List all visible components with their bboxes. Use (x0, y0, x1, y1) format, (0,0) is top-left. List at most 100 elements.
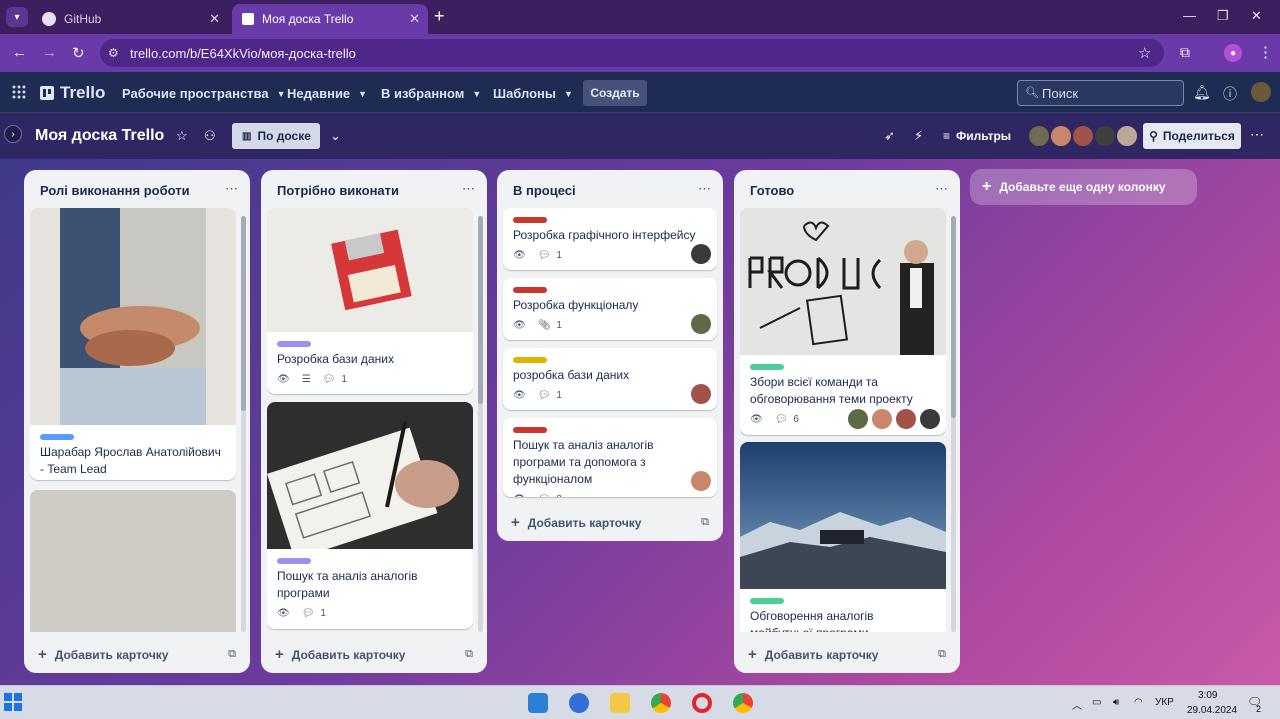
opera-icon[interactable] (692, 693, 712, 713)
reload-icon[interactable]: ↻ (72, 44, 85, 62)
vscode-icon[interactable] (528, 693, 548, 713)
card[interactable]: Пошук та аналіз аналогів програми та доп… (503, 418, 717, 497)
forward-icon[interactable]: → (42, 44, 57, 61)
close-tab-icon[interactable]: ✕ (409, 11, 420, 27)
chrome-icon[interactable] (651, 693, 671, 713)
card[interactable] (30, 490, 236, 632)
card[interactable]: Розробка графічного інтерфейсу 👁︎ 💬︎ 1 (503, 208, 717, 270)
clock-date[interactable]: 29.04.2024 (1187, 705, 1237, 716)
member-avatar[interactable] (896, 409, 916, 429)
create-button[interactable]: Создать (583, 80, 647, 106)
help-icon[interactable]: ⓘ (1223, 84, 1237, 104)
card[interactable]: Розробка бази даних 👁︎ ☰ 💬︎ 1 (267, 208, 473, 394)
power-ups-icon[interactable]: ➶ (884, 128, 895, 144)
member-avatar[interactable] (848, 409, 868, 429)
browser-menu-icon[interactable]: ⋮ (1258, 43, 1273, 61)
search-input[interactable]: 🔍︎ Поиск (1017, 80, 1184, 106)
member-avatar[interactable] (920, 409, 940, 429)
tray-overflow-icon[interactable]: ︿ (1072, 697, 1082, 712)
list-menu-icon[interactable]: ⋯ (698, 181, 711, 197)
menu-workspaces[interactable]: Рабочие пространства ▼ (122, 86, 286, 101)
add-card-button[interactable]: + Добавить карточку (748, 646, 878, 663)
tab-github[interactable]: GitHub ✕ (32, 4, 228, 34)
add-card-button[interactable]: + Добавить карточку (511, 514, 641, 531)
wifi-icon[interactable]: ◠ (1134, 697, 1143, 708)
extensions-icon[interactable]: ⧉ (1180, 44, 1190, 61)
add-card-button[interactable]: + Добавить карточку (38, 646, 168, 663)
member-avatar[interactable] (691, 244, 711, 264)
app-icon[interactable] (569, 693, 589, 713)
maximize-icon[interactable]: ❐ (1217, 8, 1229, 24)
member-avatar[interactable] (691, 471, 711, 491)
board-menu-icon[interactable]: ⋯ (1250, 126, 1264, 143)
list-menu-icon[interactable]: ⋯ (935, 181, 948, 197)
list-title[interactable]: Потрібно виконати (277, 183, 399, 198)
volume-icon[interactable]: 🔊︎ (1113, 697, 1119, 708)
list-title[interactable]: Ролі виконання роботи (40, 183, 190, 198)
visibility-icon[interactable]: ⚇ (204, 128, 216, 144)
address-bar[interactable]: trello.com/b/E64XkVio/моя-доска-trello (100, 39, 1164, 67)
back-icon[interactable]: ← (12, 44, 27, 61)
chrome-active-icon[interactable] (733, 693, 753, 713)
new-tab-button[interactable]: + (434, 6, 445, 27)
menu-templates[interactable]: Шаблоны ▼ (493, 86, 573, 101)
member-avatar[interactable] (1050, 125, 1072, 147)
battery-icon[interactable]: ▭ (1092, 697, 1101, 708)
list-title[interactable]: В процесі (513, 183, 576, 198)
profile-avatar[interactable]: ● (1224, 44, 1242, 62)
scrollbar-thumb[interactable] (241, 216, 246, 411)
scrollbar-thumb[interactable] (951, 216, 956, 418)
card-cover-image (30, 490, 236, 632)
card-template-icon[interactable]: ⧉ (938, 648, 946, 661)
filters-button[interactable]: ≡ Фильтры (943, 129, 1011, 143)
expand-sidebar-icon[interactable]: › (4, 125, 22, 143)
close-window-icon[interactable]: ✕ (1251, 8, 1262, 24)
member-avatar[interactable] (1072, 125, 1094, 147)
tab-trello[interactable]: Моя доска Trello ✕ (232, 4, 428, 34)
star-icon[interactable]: ☆ (176, 128, 188, 144)
card-container: Збори всієї команди та обговорювання тем… (740, 208, 946, 632)
app-switcher-icon[interactable] (12, 85, 26, 99)
card[interactable]: Розробка функціоналу 👁︎ 📎︎ 1 (503, 278, 717, 340)
close-tab-icon[interactable]: ✕ (209, 11, 220, 27)
trello-logo[interactable]: Trello (40, 83, 105, 103)
member-avatar[interactable] (1094, 125, 1116, 147)
member-avatar[interactable] (872, 409, 892, 429)
minimize-icon[interactable]: — (1183, 8, 1196, 23)
site-info-icon[interactable]: ⚙ (108, 46, 119, 60)
file-explorer-icon[interactable] (610, 693, 630, 713)
card[interactable]: Шарабар Ярослав Анатолійович - Team Lead (30, 208, 236, 480)
member-avatar[interactable] (691, 384, 711, 404)
scrollbar-thumb[interactable] (478, 216, 483, 404)
tab-search-button[interactable]: ▾ (6, 7, 28, 27)
board-title[interactable]: Моя доска Trello (35, 127, 164, 145)
member-avatar[interactable] (1116, 125, 1138, 147)
card[interactable]: Збори всієї команди та обговорювання тем… (740, 208, 946, 435)
member-avatar[interactable] (691, 314, 711, 334)
card-template-icon[interactable]: ⧉ (228, 648, 236, 661)
add-column-button[interactable]: + Добавьте еще одну колонку (970, 169, 1197, 205)
share-button[interactable]: ⚲ Поделиться (1143, 123, 1241, 149)
member-avatar[interactable] (1028, 125, 1050, 147)
card[interactable]: розробка бази даних 👁︎ 💬︎ 1 (503, 348, 717, 410)
card[interactable]: Пошук та аналіз аналогів програми 👁︎ 💬︎ … (267, 402, 473, 629)
chevron-down-icon[interactable]: ⌄ (330, 128, 341, 144)
user-avatar[interactable] (1251, 82, 1271, 102)
list-title[interactable]: Готово (750, 183, 794, 198)
menu-recent[interactable]: Недавние ▼ (287, 86, 367, 101)
list-menu-icon[interactable]: ⋯ (462, 181, 475, 197)
clock-time[interactable]: 3:09 (1198, 690, 1217, 701)
card[interactable]: Обговорення аналогів майбутньої програми (740, 442, 946, 632)
card-template-icon[interactable]: ⧉ (465, 648, 473, 661)
language-indicator[interactable]: УКР (1155, 697, 1174, 708)
menu-label: Шаблоны (493, 86, 556, 101)
automation-icon[interactable]: ⚡︎ (914, 128, 923, 144)
add-card-button[interactable]: + Добавить карточку (275, 646, 405, 663)
bookmark-star-icon[interactable]: ☆ (1138, 44, 1151, 62)
notifications-icon[interactable]: 🔔︎ (1193, 84, 1211, 101)
card-template-icon[interactable]: ⧉ (701, 516, 709, 529)
start-icon[interactable] (4, 693, 24, 713)
view-switcher[interactable]: ▥ По доске (232, 123, 320, 149)
list-menu-icon[interactable]: ⋯ (225, 181, 238, 197)
menu-starred[interactable]: В избранном ▼ (381, 86, 481, 101)
